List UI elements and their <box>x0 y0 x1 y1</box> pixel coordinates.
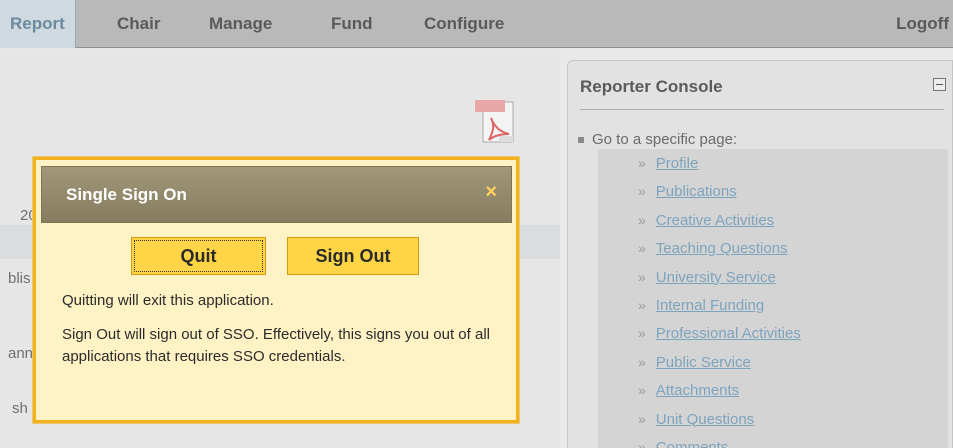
list-item: » Unit Questions <box>598 404 948 433</box>
list-item: » Creative Activities <box>598 205 948 235</box>
background-text-fragment: sh <box>12 400 28 417</box>
reporter-console: Reporter Console Go to a specific page: … <box>567 60 953 448</box>
top-navigation: Report Chair Manage Fund Configure Logof… <box>0 0 953 48</box>
bullet-icon <box>578 137 584 144</box>
list-item: » Teaching Questions <box>598 234 948 263</box>
tab-chair[interactable]: Chair <box>117 0 160 48</box>
chevron-right-icon: » <box>638 268 646 285</box>
list-item: » Profile <box>598 149 948 178</box>
link-comments[interactable]: Comments <box>656 439 729 448</box>
chevron-right-icon: » <box>638 155 646 171</box>
list-item: » Attachments <box>598 376 948 405</box>
link-unit-questions[interactable]: Unit Questions <box>656 411 754 428</box>
list-item: » Public Service <box>598 347 948 377</box>
link-attachments[interactable]: Attachments <box>656 382 739 399</box>
console-links: » Profile » Publications » Creative Activit… <box>598 149 948 448</box>
list-item: » Comments <box>598 432 948 448</box>
chevron-right-icon: » <box>638 240 646 257</box>
goto-label: Go to a specific page: <box>578 131 737 148</box>
chevron-right-icon: » <box>638 382 646 399</box>
link-internal-funding[interactable]: Internal Funding <box>656 297 764 314</box>
tab-manage[interactable]: Manage <box>209 0 272 48</box>
chevron-right-icon: » <box>638 183 646 200</box>
logoff-link[interactable]: Logoff <box>896 0 949 48</box>
quit-message: Quitting will exit this application. <box>62 292 274 309</box>
link-profile[interactable]: Profile <box>656 155 699 172</box>
link-publications[interactable]: Publications <box>656 183 737 200</box>
link-university-service[interactable]: University Service <box>656 269 776 286</box>
link-creative-activities[interactable]: Creative Activities <box>656 212 774 229</box>
chevron-right-icon: » <box>638 325 646 342</box>
chevron-right-icon: » <box>638 438 646 448</box>
collapse-icon[interactable] <box>933 78 946 91</box>
tab-fund[interactable]: Fund <box>331 0 373 48</box>
tab-configure[interactable]: Configure <box>424 0 504 48</box>
list-item: » University Service <box>598 262 948 291</box>
quit-button[interactable]: Quit <box>131 237 266 275</box>
chevron-right-icon: » <box>638 353 646 370</box>
link-professional-activities[interactable]: Professional Activities <box>656 325 801 342</box>
list-item: » Professional Activities <box>598 319 948 348</box>
link-public-service[interactable]: Public Service <box>656 354 751 371</box>
sso-dialog: Single Sign On × Quit Sign Out Quitting … <box>33 157 519 423</box>
console-divider <box>580 109 944 110</box>
link-teaching-questions[interactable]: Teaching Questions <box>656 240 788 257</box>
chevron-right-icon: » <box>638 211 646 228</box>
chevron-right-icon: » <box>638 296 646 313</box>
dialog-title: Single Sign On <box>66 185 187 204</box>
background-text-fragment: blis <box>8 270 31 287</box>
tab-report[interactable]: Report <box>0 0 76 48</box>
list-item: » Publications <box>598 177 948 206</box>
sign-out-message: Sign Out will sign out of SSO. Effective… <box>62 326 490 365</box>
close-icon[interactable]: × <box>485 181 497 204</box>
console-title: Reporter Console <box>580 77 723 96</box>
dialog-header[interactable]: Single Sign On × <box>41 166 512 223</box>
list-item: » Internal Funding <box>598 290 948 320</box>
pdf-icon[interactable] <box>473 98 521 148</box>
background-text-fragment: ann <box>8 345 34 362</box>
sign-out-button[interactable]: Sign Out <box>287 237 419 275</box>
goto-label-text: Go to a specific page: <box>592 131 738 148</box>
chevron-right-icon: » <box>638 410 646 427</box>
